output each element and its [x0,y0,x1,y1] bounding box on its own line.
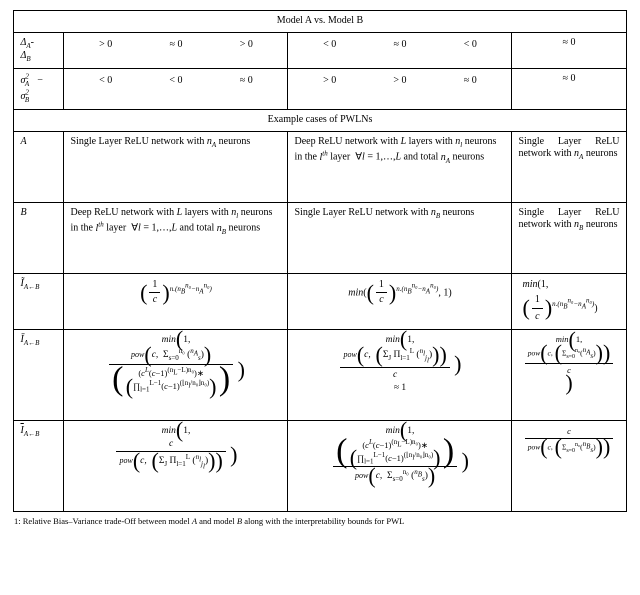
label-b: B [14,202,64,273]
table-caption: 1: Relative Bias–Variance trade-Off betw… [12,516,628,526]
iunder-case1: min(1, c pow(c, (ΣJ Πl=1L (nljl))) ) [64,420,288,511]
ibar-case2: min(1, pow(c, (ΣJ Πl=1L (nljl))) c ) ≈ 1 [288,329,512,420]
delta-label: ΔA- ΔB [14,32,64,69]
ibar-case1: min(1, pow(c, Σs=0n₀ (nAs)) ( (cL(c−1)(n… [64,329,288,420]
a-case3: Single Layer ReLU network with nA neuron… [512,131,626,202]
i-tilde-row: ĨA←B (1c)n.(nBn₀−nAn₀) min((1c)n.(nBn₀−n… [14,273,626,329]
delta-case3: ≈ 0 [512,32,626,69]
model-a-row: A Single Layer ReLU network with nA neur… [14,131,626,202]
delta-case1: > 0 ≈ 0 > 0 [64,32,288,69]
sigma-case1: < 0 < 0 ≈ 0 [64,69,288,110]
ibar-case3: min(1, pow(c, (Σs=0n₀(nAs))) c ) [512,329,626,420]
itilde-case3: min(1, (1c)n.(nBn₀−nAn₀)) [512,273,626,329]
a-case1: Single Layer ReLU network with nA neuron… [64,131,288,202]
caption-text: 1: Relative Bias–Variance trade-Off betw… [14,516,404,526]
delta-case2: < 0 ≈ 0 < 0 [288,32,512,69]
header1: Model A vs. Model B [14,11,626,33]
sigma-row: σ2A − σ2B < 0 < 0 ≈ 0 > 0 > 0 ≈ 0 ≈ 0 [14,69,626,110]
paper-table-figure: Model A vs. Model B ΔA- ΔB > 0 ≈ 0 > 0 <… [0,0,640,595]
itilde-case2: min((1c)n.(nBn₀−nAn₀), 1) [288,273,512,329]
header-row-1: Model A vs. Model B [14,11,626,33]
label-a: A [14,131,64,202]
sigma-case2: > 0 > 0 ≈ 0 [288,69,512,110]
iunder-case3: c pow(c, (Σs=0n₀(nBs))) [512,420,626,511]
b-case3: Single Layer ReLU network with nB neuron… [512,202,626,273]
delta-row: ΔA- ΔB > 0 ≈ 0 > 0 < 0 ≈ 0 < 0 ≈ 0 [14,32,626,69]
b-case1: Deep ReLU network with L layers with nl … [64,202,288,273]
i-under-row: IA←B min(1, c pow(c, (ΣJ Πl=1L (nljl))) … [14,420,626,511]
sigma-case3: ≈ 0 [512,69,626,110]
header2: Example cases of PWLNs [14,110,626,132]
b-case2: Single Layer ReLU network with nB neuron… [288,202,512,273]
model-b-row: B Deep ReLU network with L layers with n… [14,202,626,273]
i-under-label: IA←B [14,420,64,511]
iunder-case2: min(1, ( (cL(c−1)(nL−L)n₀)∗ (∏l=1L−1(c−1… [288,420,512,511]
i-bar-label: ĪA←B [14,329,64,420]
a-case2: Deep ReLU network with L layers with nl … [288,131,512,202]
header-row-2: Example cases of PWLNs [14,110,626,132]
i-bar-row: ĪA←B min(1, pow(c, Σs=0n₀ (nAs)) ( (cL(c… [14,329,626,420]
sigma-label: σ2A − σ2B [14,69,64,110]
itilde-case1: (1c)n.(nBn₀−nAn₀) [64,273,288,329]
pwln-table: Model A vs. Model B ΔA- ΔB > 0 ≈ 0 > 0 <… [13,10,626,512]
i-tilde-label: ĨA←B [14,273,64,329]
